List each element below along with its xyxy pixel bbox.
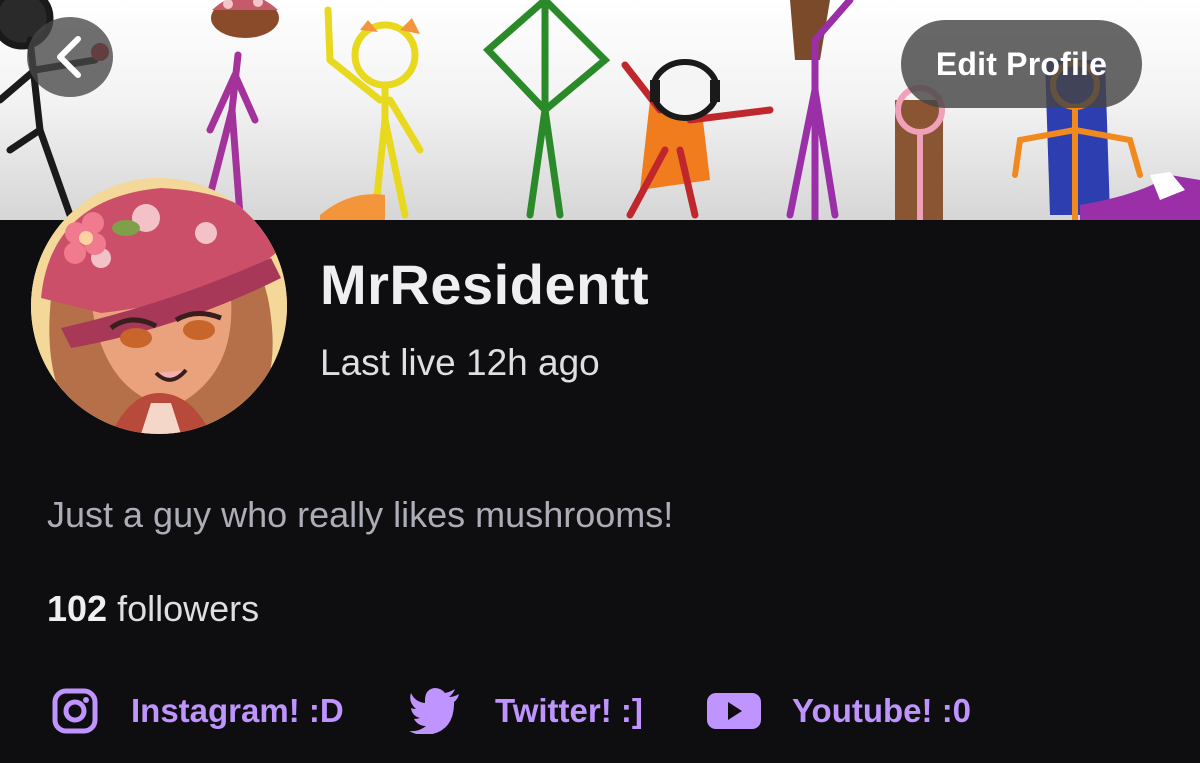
last-live-status: Last live 12h ago	[320, 342, 600, 383]
edit-profile-button[interactable]: Edit Profile	[901, 20, 1142, 108]
profile-bio: Just a guy who really likes mushrooms!	[47, 494, 674, 535]
followers-number: 102	[47, 588, 108, 629]
followers-label: followers	[107, 588, 260, 629]
username: MrResidentt	[320, 253, 650, 316]
twitter-icon	[409, 688, 461, 734]
social-link-instagram[interactable]: Instagram! :D	[51, 688, 344, 734]
instagram-icon	[51, 688, 99, 734]
social-link-label: Twitter! :]	[495, 692, 643, 729]
back-button[interactable]	[27, 17, 113, 97]
social-link-label: Youtube! :0	[792, 692, 972, 729]
avatar-illustration	[31, 178, 287, 434]
social-link-twitter[interactable]: Twitter! :]	[409, 688, 643, 734]
social-link-youtube[interactable]: Youtube! :0	[707, 688, 971, 734]
youtube-icon	[707, 691, 761, 731]
chevron-left-icon	[57, 36, 81, 78]
followers-count: 102 followers	[47, 588, 259, 630]
avatar[interactable]	[31, 178, 287, 434]
social-link-label: Instagram! :D	[131, 692, 344, 729]
